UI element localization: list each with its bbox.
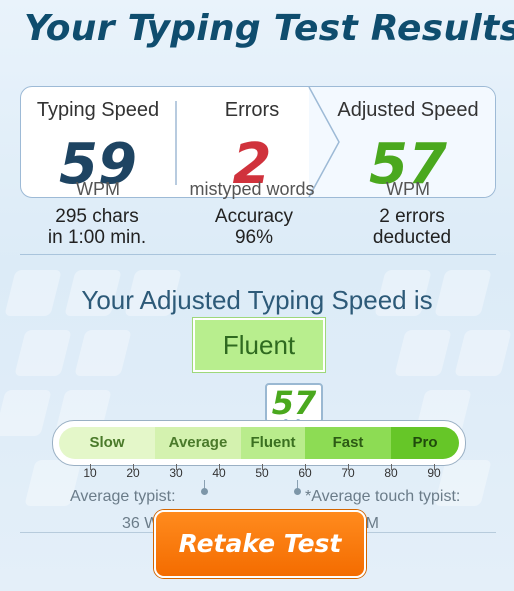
section-divider: [20, 254, 496, 255]
tick-label: 30: [169, 466, 183, 480]
tick-label: 50: [255, 466, 269, 480]
adjusted-speed-heading: Your Adjusted Typing Speed is: [81, 285, 433, 315]
test-duration: in 1:00 min.: [47, 227, 147, 248]
scale-segment-fluent: Fluent: [241, 427, 305, 459]
results-summary-panel: Typing Speed Errors Adjusted Speed 59 2 …: [20, 86, 496, 199]
errors-label: Errors: [224, 99, 280, 121]
speed-level-badge: Fluent: [193, 318, 325, 372]
errors-deducted-count: 2 errors: [379, 206, 445, 227]
scale-segment-slow: Slow: [59, 427, 155, 459]
typing-speed-detail: 295 chars in 1:00 min.: [20, 206, 174, 248]
tick-label: 70: [341, 466, 355, 480]
adjusted-speed-unit: WPM: [386, 179, 430, 199]
retake-test-button[interactable]: Retake Test: [154, 510, 366, 578]
tick-label: 40: [212, 466, 226, 480]
scale-segment-pro: Pro: [391, 427, 459, 459]
accuracy-label: Accuracy: [214, 206, 294, 227]
adjusted-speed-label: Adjusted Speed: [337, 99, 479, 121]
speed-marker: 57: [265, 383, 323, 423]
typing-speed-unit: WPM: [76, 179, 120, 199]
average-typist-label: Average typist:: [70, 488, 176, 505]
tick-label: 20: [126, 466, 140, 480]
average-typist-marker-icon: [201, 488, 208, 495]
tick-label: 60: [298, 466, 312, 480]
speed-scale: Slow Average Fluent Fast Pro: [52, 420, 466, 466]
errors-unit: mistyped words: [189, 179, 315, 199]
scale-segment-average: Average: [155, 427, 241, 459]
tick-label: 80: [384, 466, 398, 480]
average-touch-typist-marker-icon: [294, 488, 301, 495]
scale-segment-fast: Fast: [305, 427, 391, 459]
average-touch-typist-label: *Average touch typist:: [305, 488, 461, 505]
accuracy-detail: Accuracy 96%: [176, 206, 332, 248]
chars-count: 295 chars: [55, 206, 139, 227]
typing-speed-label: Typing Speed: [36, 99, 160, 121]
tick-label: 10: [83, 466, 97, 480]
tick-label: 90: [427, 466, 441, 480]
accuracy-value: 96%: [234, 227, 274, 248]
page-title: Your Typing Test Results: [24, 8, 514, 49]
deducted-label: deducted: [372, 227, 452, 248]
deduction-detail: 2 errors deducted: [330, 206, 494, 248]
